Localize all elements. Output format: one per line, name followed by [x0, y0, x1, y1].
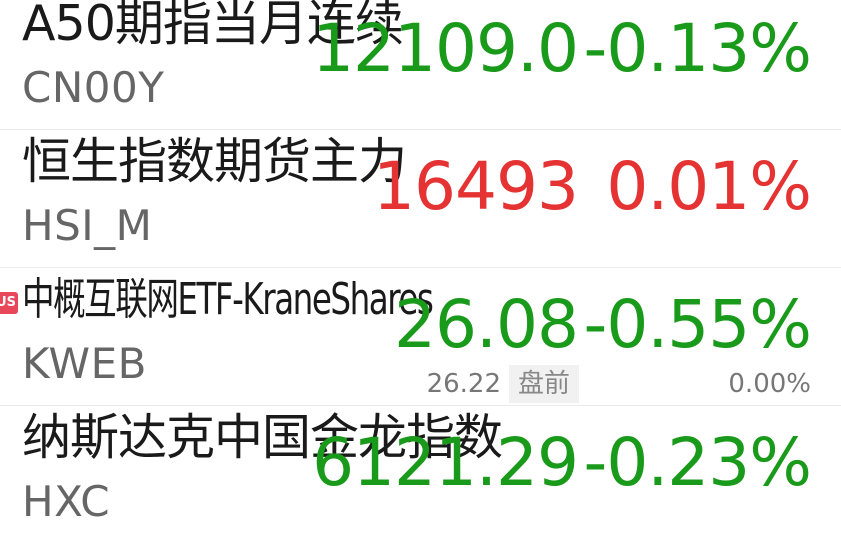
premarket-change: 0.00% — [728, 369, 811, 399]
premarket-label: 盘前 — [509, 365, 579, 403]
list-item-kweb[interactable]: US 中概互联网ETF-KraneShares KWEB 26.08 -0.55… — [0, 268, 841, 406]
stock-change: -0.23% — [583, 424, 812, 501]
list-item-hxc[interactable]: 纳斯达克中国金龙指数 HXC 6121.29 -0.23% — [0, 406, 841, 544]
premarket-price: 26.22 — [426, 369, 501, 399]
stock-code: CN00Y — [22, 63, 165, 112]
stock-price: 12109.0 — [312, 10, 579, 87]
stock-code: HSI_M — [22, 201, 153, 250]
stock-code: HXC — [22, 477, 111, 526]
stock-code: KWEB — [22, 339, 147, 388]
us-market-badge: US — [0, 292, 18, 314]
list-item-hsi[interactable]: 恒生指数期货主力 HSI_M 16493 0.01% — [0, 130, 841, 268]
stock-price: 16493 — [373, 148, 579, 225]
stock-name: 中概互联网ETF-KraneShares — [22, 274, 434, 325]
stock-price: 6121.29 — [312, 424, 579, 501]
list-item-a50[interactable]: A50期指当月连续 CN00Y 12109.0 -0.13% — [0, 0, 841, 130]
stock-price: 26.08 — [394, 286, 579, 363]
stock-name: 恒生指数期货主力 — [22, 133, 407, 190]
stock-change: -0.13% — [583, 10, 812, 87]
stock-change: -0.55% — [583, 286, 812, 363]
stock-change: 0.01% — [606, 148, 812, 225]
